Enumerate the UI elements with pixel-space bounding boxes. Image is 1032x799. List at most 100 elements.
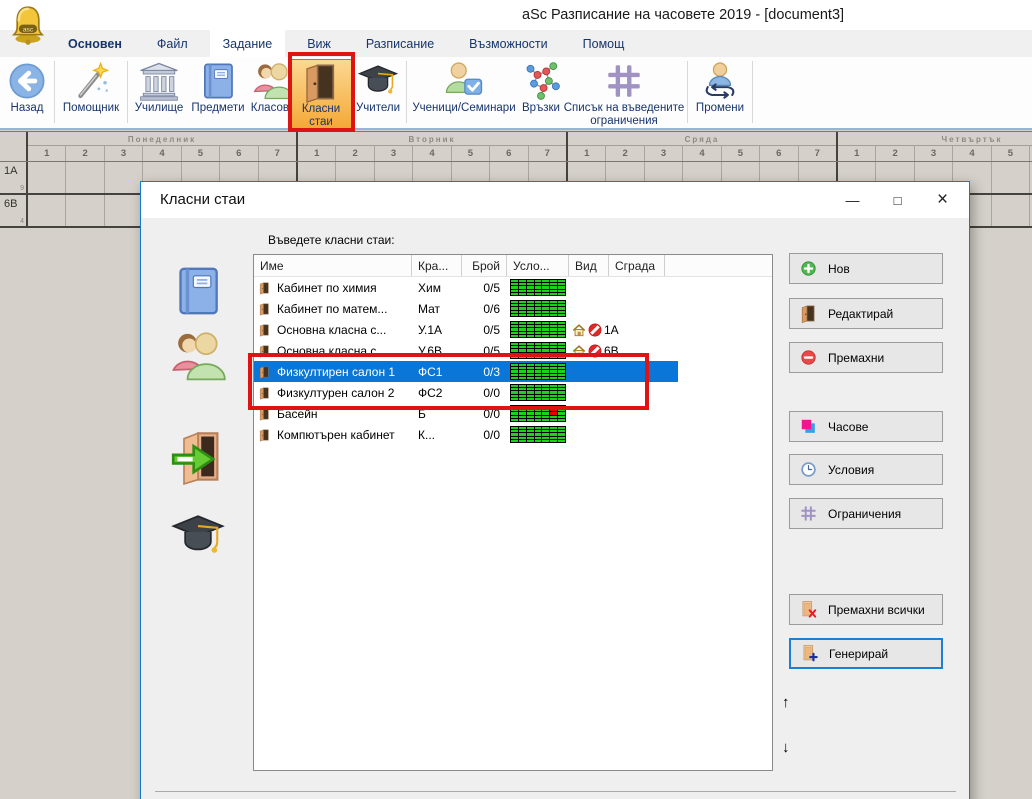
condition-cell (519, 314, 526, 316)
conditions-grid[interactable] (510, 342, 566, 359)
scroll-down-arrow[interactable]: ↓ (782, 739, 790, 756)
timetable-cell[interactable] (992, 195, 1030, 226)
condition-cell (550, 437, 557, 439)
toolbar-button-links[interactable]: Връзки (519, 59, 563, 127)
condition-cell (535, 286, 542, 288)
class-row-label[interactable]: 6B4 (0, 195, 28, 226)
conditions-grid[interactable] (510, 426, 566, 443)
classroom-row[interactable]: Основна класна с...У.6В0/56B (254, 340, 678, 361)
classroom-row[interactable]: Физкултирен салон 1ФС10/3 (254, 361, 678, 382)
toolbar-button-teachers[interactable]: Учители (352, 59, 404, 127)
column-header[interactable]: Кра... (412, 255, 462, 276)
toolbar-button-classrooms[interactable]: Класни стаи (290, 59, 352, 130)
scroll-up-arrow[interactable]: ↑ (782, 694, 790, 711)
room-conditions-cell (507, 405, 569, 422)
timetable-cell[interactable] (105, 195, 143, 226)
sidebar-icon-classes[interactable] (170, 328, 226, 384)
condition-cell (519, 440, 526, 442)
room-name: Физкултирен салон 1 (277, 365, 395, 379)
toolbar-button-back[interactable]: Назад (2, 59, 52, 127)
conditions-grid[interactable] (510, 321, 566, 338)
column-header[interactable]: Име (254, 255, 412, 276)
condition-cell (511, 307, 518, 309)
remove-all-button[interactable]: Премахни всички (789, 594, 943, 625)
condition-cell (511, 346, 518, 348)
constraints-button[interactable]: Ограничения (789, 498, 943, 529)
menu-tab-Възможности[interactable]: Възможности (456, 30, 560, 57)
conditions-grid[interactable] (510, 279, 566, 296)
timetable-cell[interactable] (66, 162, 104, 193)
edit-button[interactable]: Редактирай (789, 298, 943, 329)
menu-tab-Задание[interactable]: Задание (210, 30, 286, 57)
classroom-row[interactable]: БасейнБ0/0 (254, 403, 678, 424)
class-row-label[interactable]: 1A9 (0, 162, 28, 193)
toolbar-button-school[interactable]: Училище (130, 59, 188, 127)
conditions-grid[interactable] (510, 363, 566, 380)
condition-cell (519, 293, 526, 295)
toolbar-separator (752, 61, 753, 123)
close-button[interactable]: × (920, 182, 965, 218)
condition-cell (542, 322, 549, 324)
column-header[interactable]: Брой (462, 255, 507, 276)
lessons-button[interactable]: Часове (789, 411, 943, 442)
menu-tab-Разписание[interactable]: Разписание (353, 30, 447, 57)
timetable-cell[interactable] (28, 195, 66, 226)
timetable-cell[interactable] (992, 162, 1030, 193)
generate-button[interactable]: Генерирай (789, 638, 943, 669)
asc-logo-icon[interactable] (8, 2, 48, 49)
classroom-row[interactable]: Компютърен кабинетК...0/0 (254, 424, 678, 445)
room-name: Основна класна с... (277, 323, 386, 337)
open-door-icon (258, 406, 271, 422)
condition-cell (558, 346, 565, 348)
room-short-cell: К... (412, 428, 462, 442)
condition-cell (527, 325, 534, 327)
condition-cell (511, 406, 518, 408)
sidebar-icon-subjects[interactable] (170, 263, 226, 319)
condition-cell (527, 332, 534, 334)
timetable-cell[interactable] (66, 195, 104, 226)
remove-button[interactable]: Премахни (789, 342, 943, 373)
period-header: 2 (66, 146, 104, 161)
toolbar-button-changes[interactable]: Промени (690, 59, 750, 127)
toolbar-button-subjects[interactable]: Предмети (188, 59, 248, 127)
maximize-button[interactable]: □ (875, 182, 920, 218)
timetable-cell[interactable] (28, 162, 66, 193)
open-door-icon (258, 385, 271, 401)
sidebar-icon-teachers[interactable] (170, 508, 226, 564)
condition-cell (542, 301, 549, 303)
condition-cell (535, 367, 542, 369)
column-header[interactable]: Сграда (609, 255, 665, 276)
toolbar-button-constraints-list[interactable]: Списък на въведените ограничения (563, 59, 685, 127)
toolbar-button-wizard[interactable]: Помощник (57, 59, 125, 127)
room-short-cell: ФС2 (412, 386, 462, 400)
classroom-row[interactable]: Физкултурен салон 2ФС20/0 (254, 382, 678, 403)
conditions-grid[interactable] (510, 384, 566, 401)
menu-tab-Помощ[interactable]: Помощ (570, 30, 638, 57)
menu-tab-Файл[interactable]: Файл (144, 30, 201, 57)
menu-tab-Виж[interactable]: Виж (294, 30, 344, 57)
new-button[interactable]: Нов (789, 253, 943, 284)
day-section: Понеделник1234567 (28, 132, 298, 161)
classroom-row[interactable]: Основна класна с...У.1А0/51A (254, 319, 678, 340)
classroom-row[interactable]: Кабинет по матем...Мат0/6 (254, 298, 678, 319)
condition-cell (542, 290, 549, 292)
sidebar-icon-classrooms[interactable] (170, 429, 226, 485)
column-header[interactable]: Вид (569, 255, 609, 276)
classrooms-list[interactable]: ИмеКра...БройУсло...ВидСграда Кабинет по… (253, 254, 773, 771)
condition-cell (542, 395, 549, 397)
timetable-cell[interactable] (105, 162, 143, 193)
condition-cell (535, 433, 542, 435)
conditions-button[interactable]: Условия (789, 454, 943, 485)
menu-tab-Основен[interactable]: Основен (55, 30, 135, 57)
condition-cell (542, 346, 549, 348)
classroom-row[interactable]: Кабинет по химияХим0/5 (254, 277, 678, 298)
conditions-grid[interactable] (510, 405, 566, 422)
dialog-titlebar[interactable]: Класни стаи —□× (141, 182, 969, 218)
minimize-button[interactable]: — (830, 182, 875, 218)
condition-cell (519, 409, 526, 411)
column-header[interactable]: Усло... (507, 255, 569, 276)
conditions-grid[interactable] (510, 300, 566, 317)
condition-cell (519, 356, 526, 358)
toolbar-button-students[interactable]: Ученици/Семинари (409, 59, 519, 127)
condition-cell (535, 349, 542, 351)
